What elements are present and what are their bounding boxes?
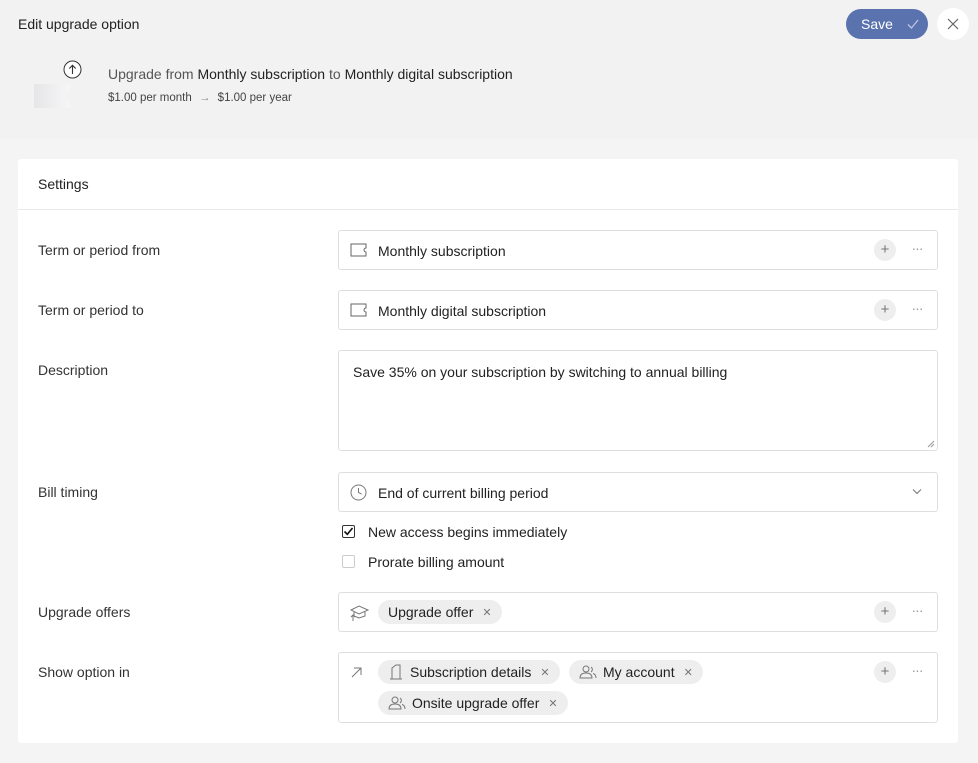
term-from-more-button[interactable]: ···: [909, 241, 925, 258]
offer-icon: [350, 605, 369, 621]
bill-timing-select[interactable]: End of current billing period: [338, 472, 938, 512]
upgrade-offers-add-button[interactable]: +: [874, 601, 896, 623]
upgrade-offers-more-button[interactable]: ···: [909, 603, 925, 620]
show-option-in-field[interactable]: Subscription details ✕ My account ✕ Onsi…: [338, 652, 938, 723]
ticket-outline-icon: [350, 243, 367, 257]
term-to-label: Term or period to: [38, 302, 144, 318]
chip-label: Subscription details: [410, 664, 532, 680]
show-option-in-more-button[interactable]: ···: [909, 663, 925, 680]
settings-heading: Settings: [18, 159, 958, 210]
chip-label: Onsite upgrade offer: [412, 695, 540, 711]
ticket-outline-icon: [350, 303, 367, 317]
page-title: Edit upgrade option: [18, 16, 140, 32]
price-summary: $1.00 per month → $1.00 per year: [108, 92, 292, 104]
check-icon: [907, 19, 919, 29]
users-icon: [579, 665, 597, 679]
new-access-checkbox[interactable]: [342, 525, 355, 538]
chevron-down-icon: [912, 489, 922, 495]
document-icon: [388, 664, 404, 680]
new-access-label: New access begins immediately: [368, 524, 568, 540]
description-textarea[interactable]: Save 35% on your subscription by switchi…: [338, 350, 938, 451]
close-button[interactable]: [937, 8, 969, 40]
price-arrow: →: [198, 92, 211, 104]
term-to-field[interactable]: Monthly digital subscription + ···: [338, 290, 938, 330]
from-price: $1.00 per month: [108, 92, 192, 104]
save-button[interactable]: Save: [846, 9, 928, 39]
chip-subscription-details[interactable]: Subscription details ✕: [378, 660, 560, 684]
chip-upgrade-offer[interactable]: Upgrade offer ✕: [378, 600, 502, 624]
term-from-field[interactable]: Monthly subscription + ···: [338, 230, 938, 270]
header-bar: Edit upgrade option Save Upgrade from Mo…: [0, 0, 978, 139]
settings-card: Settings Term or period from Monthly sub…: [18, 159, 958, 743]
description-label: Description: [38, 362, 109, 378]
bill-timing-label: Bill timing: [38, 484, 98, 500]
arrow-up-right-icon: [351, 667, 362, 678]
term-to-add-button[interactable]: +: [874, 299, 896, 321]
from-name: Monthly subscription: [197, 66, 326, 82]
remove-chip-icon[interactable]: ✕: [548, 697, 557, 710]
checkmark-icon: [343, 527, 354, 536]
remove-chip-icon[interactable]: ✕: [684, 666, 693, 679]
description-value: Save 35% on your subscription by switchi…: [353, 364, 728, 380]
prorate-label: Prorate billing amount: [368, 554, 505, 570]
clock-icon: [350, 484, 367, 501]
chip-my-account[interactable]: My account ✕: [569, 660, 703, 684]
show-option-in-label: Show option in: [38, 664, 130, 680]
resize-handle-icon[interactable]: [927, 440, 935, 448]
remove-chip-icon[interactable]: ✕: [482, 606, 491, 619]
term-to-more-button[interactable]: ···: [909, 301, 925, 318]
to-name: Monthly digital subscription: [344, 66, 513, 82]
term-from-label: Term or period from: [38, 242, 161, 258]
arrow-up-circle-icon: [63, 60, 82, 79]
upgrade-offers-field[interactable]: Upgrade offer ✕ + ···: [338, 592, 938, 632]
chip-label: Upgrade offer: [388, 604, 474, 620]
close-icon: [947, 18, 959, 30]
upgrade-offers-label: Upgrade offers: [38, 604, 131, 620]
show-option-in-add-button[interactable]: +: [874, 661, 896, 683]
bill-timing-value: End of current billing period: [378, 485, 549, 501]
term-from-add-button[interactable]: +: [874, 239, 896, 261]
chip-onsite-upgrade-offer[interactable]: Onsite upgrade offer ✕: [378, 691, 568, 715]
save-button-label: Save: [861, 16, 893, 32]
to-price: $1.00 per year: [217, 92, 292, 104]
upgrade-summary: Upgrade from Monthly subscription to Mon…: [108, 66, 513, 82]
upgrade-prefix: Upgrade from: [108, 66, 194, 82]
ticket-icon: [34, 84, 75, 108]
term-from-value: Monthly subscription: [378, 243, 506, 259]
users-icon: [388, 696, 406, 710]
remove-chip-icon[interactable]: ✕: [540, 666, 549, 679]
term-to-value: Monthly digital subscription: [378, 303, 547, 319]
chip-label: My account: [603, 664, 675, 680]
prorate-checkbox[interactable]: [342, 555, 355, 568]
upgrade-connector: to: [329, 66, 341, 82]
